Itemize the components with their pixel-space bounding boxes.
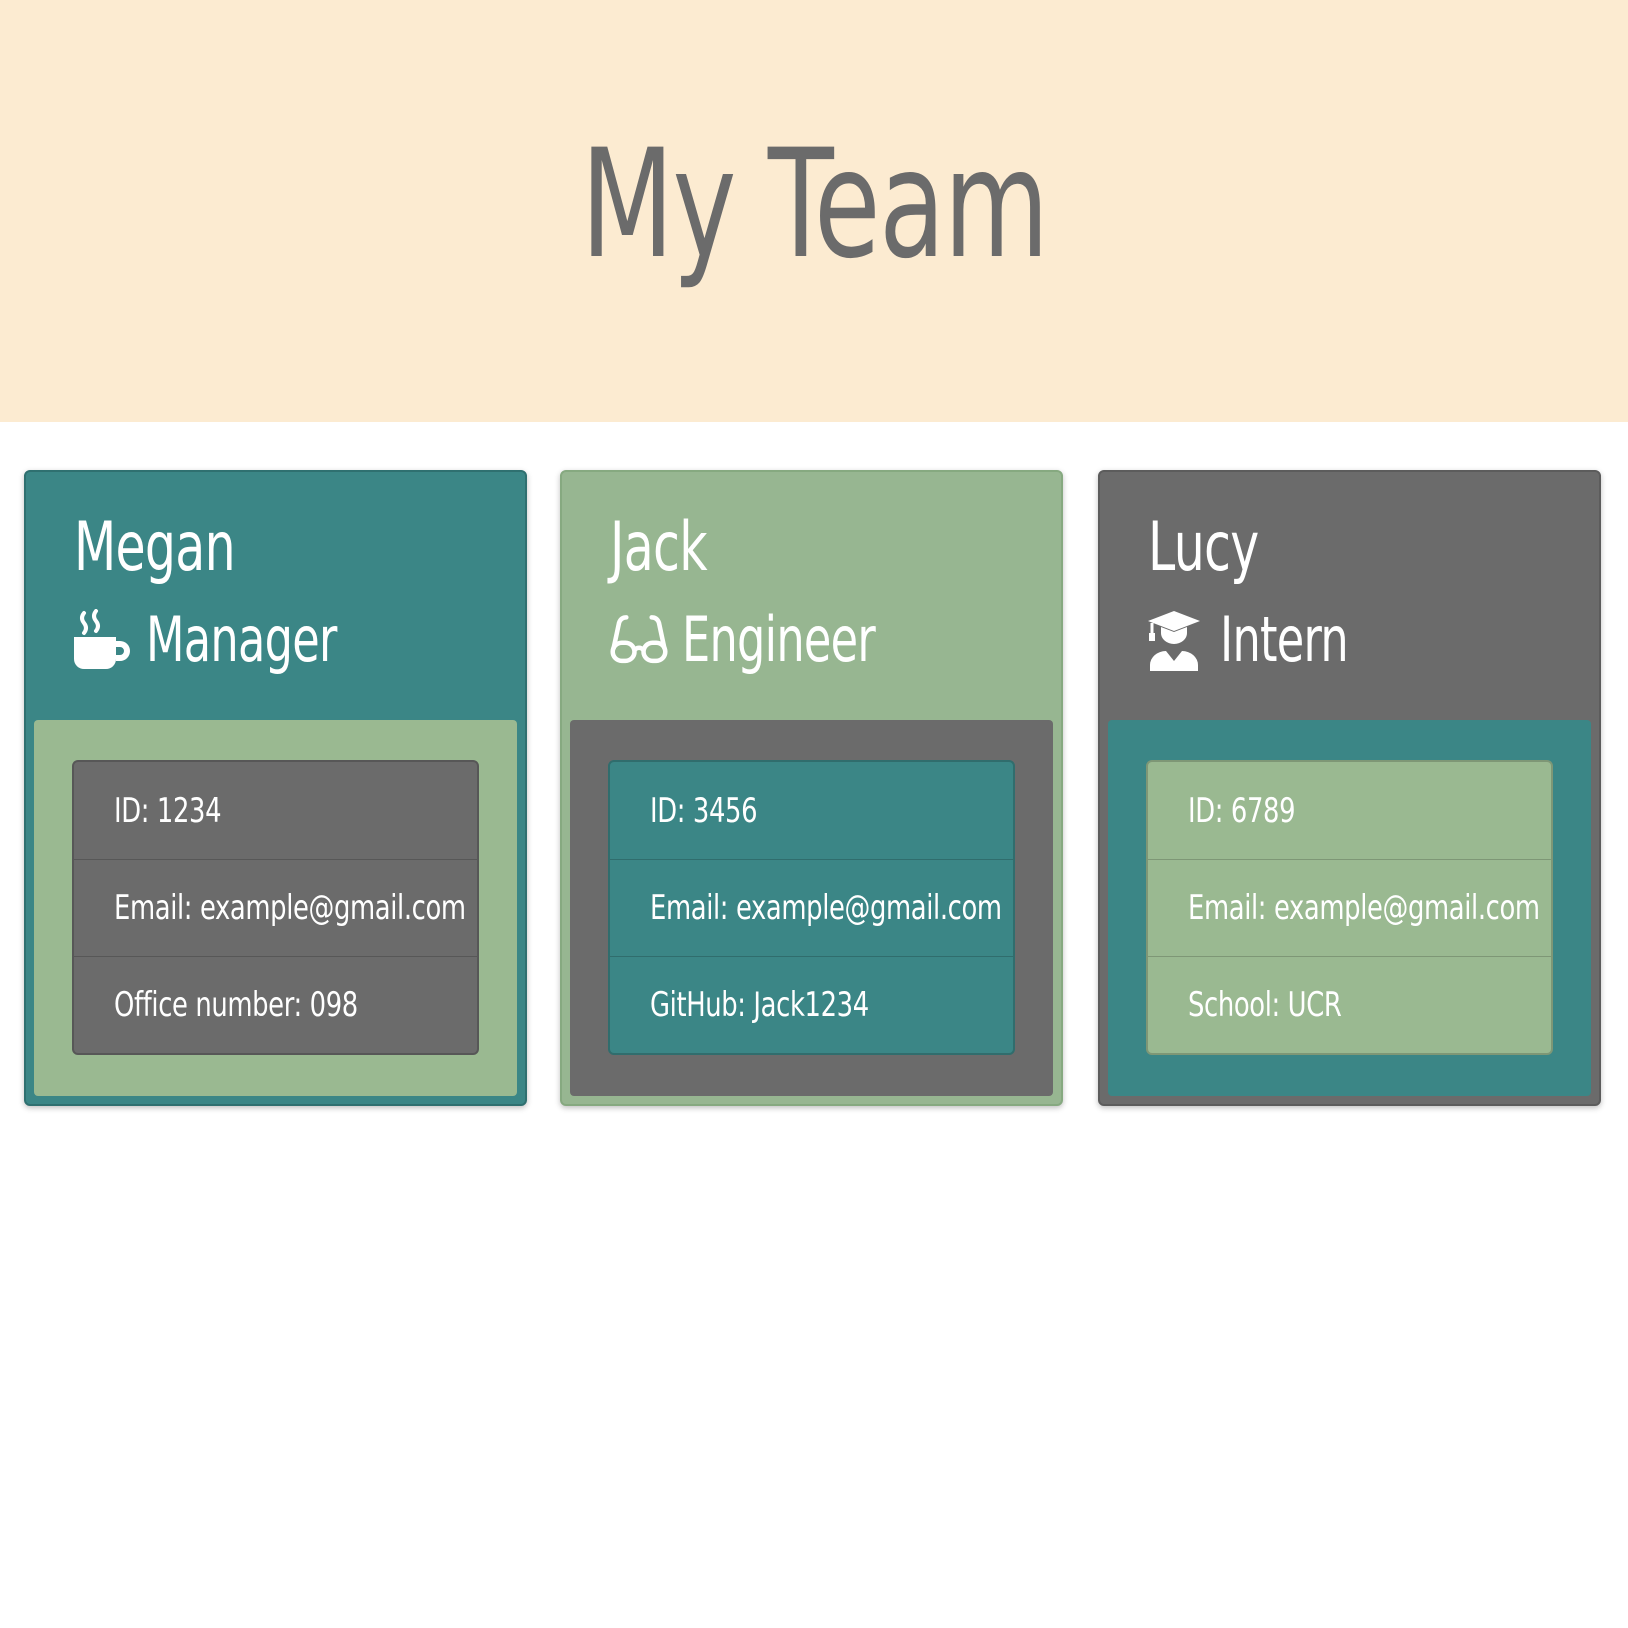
card-body: ID: 6789 Email: example@gmail.com School… bbox=[1108, 720, 1591, 1096]
employee-role: Engineer bbox=[610, 602, 1061, 678]
list-item-email[interactable]: Email: example@gmail.com bbox=[610, 859, 1013, 956]
card-header: Megan Manager bbox=[26, 472, 525, 718]
team-card-intern: Lucy Intern ID: 6789 Email: example@gmai bbox=[1098, 470, 1601, 1106]
employee-details: ID: 1234 Email: example@gmail.com Office… bbox=[72, 760, 479, 1055]
list-item-github[interactable]: GitHub: Jack1234 bbox=[610, 956, 1013, 1053]
list-item-office: Office number: 098 bbox=[74, 956, 477, 1053]
id-text: ID: 3456 bbox=[650, 790, 758, 831]
coffee-icon bbox=[74, 609, 132, 671]
list-item-email[interactable]: Email: example@gmail.com bbox=[74, 859, 477, 956]
id-text: ID: 6789 bbox=[1188, 790, 1296, 831]
email-link[interactable]: Email: example@gmail.com bbox=[1188, 888, 1540, 928]
card-header: Jack Engineer bbox=[562, 472, 1061, 718]
school-text: School: UCR bbox=[1188, 985, 1342, 1025]
id-text: ID: 1234 bbox=[114, 790, 222, 831]
employee-role: Intern bbox=[1148, 602, 1599, 678]
page-title: My Team bbox=[580, 118, 1049, 292]
employee-name: Lucy bbox=[1148, 508, 1259, 587]
team-card-engineer: Jack Engineer ID: 3456 Email: example@gm bbox=[560, 470, 1063, 1106]
office-number-text: Office number: 098 bbox=[114, 985, 358, 1025]
list-item-id: ID: 1234 bbox=[74, 762, 477, 859]
graduate-icon bbox=[1148, 609, 1206, 671]
card-body: ID: 3456 Email: example@gmail.com GitHub… bbox=[570, 720, 1053, 1096]
employee-details: ID: 6789 Email: example@gmail.com School… bbox=[1146, 760, 1553, 1055]
list-item-school: School: UCR bbox=[1148, 956, 1551, 1053]
team-cards: Megan Manager ID: 1234 Email: example@gm… bbox=[0, 422, 1628, 1122]
role-label: Manager bbox=[146, 603, 337, 676]
card-header: Lucy Intern bbox=[1100, 472, 1599, 718]
card-body: ID: 1234 Email: example@gmail.com Office… bbox=[34, 720, 517, 1096]
page-header: My Team bbox=[0, 0, 1628, 422]
role-label: Intern bbox=[1220, 603, 1349, 676]
email-link[interactable]: Email: example@gmail.com bbox=[650, 888, 1002, 928]
email-link[interactable]: Email: example@gmail.com bbox=[114, 888, 466, 928]
employee-role: Manager bbox=[74, 602, 525, 678]
employee-name: Megan bbox=[74, 508, 236, 587]
employee-details: ID: 3456 Email: example@gmail.com GitHub… bbox=[608, 760, 1015, 1055]
list-item-id: ID: 3456 bbox=[610, 762, 1013, 859]
github-link[interactable]: GitHub: Jack1234 bbox=[650, 985, 869, 1025]
list-item-email[interactable]: Email: example@gmail.com bbox=[1148, 859, 1551, 956]
team-card-manager: Megan Manager ID: 1234 Email: example@gm… bbox=[24, 470, 527, 1106]
employee-name: Jack bbox=[610, 508, 708, 587]
role-label: Engineer bbox=[682, 603, 876, 676]
glasses-icon bbox=[610, 609, 668, 671]
list-item-id: ID: 6789 bbox=[1148, 762, 1551, 859]
